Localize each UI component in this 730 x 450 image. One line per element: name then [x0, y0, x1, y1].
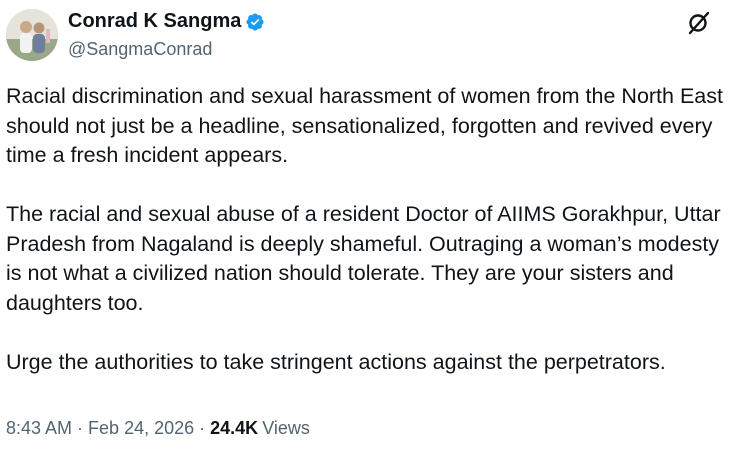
tweet-text: Racial discrimination and sexual harassm…	[6, 82, 728, 377]
grok-icon[interactable]	[686, 10, 712, 36]
tweet-paragraph: The racial and sexual abuse of a residen…	[6, 202, 721, 315]
tweet-meta: 8:43 AM · Feb 24, 2026 · 24.4K Views	[6, 418, 310, 439]
tweet-header: Conrad K Sangma @SangmaConrad	[6, 6, 724, 64]
tweet-time[interactable]: 8:43 AM	[6, 418, 72, 439]
views-label: Views	[262, 418, 310, 438]
views-count: 24.4K	[210, 418, 259, 438]
tweet-paragraph: Racial discrimination and sexual harassm…	[6, 84, 723, 167]
meta-separator: ·	[77, 418, 84, 438]
author-name[interactable]: Conrad K Sangma	[68, 10, 241, 33]
verified-badge-icon	[245, 12, 265, 32]
author-handle[interactable]: @SangmaConrad	[68, 39, 265, 60]
tweet-date[interactable]: Feb 24, 2026	[88, 418, 194, 439]
name-row: Conrad K Sangma	[68, 9, 265, 33]
author-block: Conrad K Sangma @SangmaConrad	[68, 9, 265, 60]
avatar[interactable]	[6, 9, 58, 61]
meta-separator: ·	[199, 418, 206, 438]
avatar-image	[6, 9, 58, 61]
tweet-paragraph: Urge the authorities to take stringent a…	[6, 349, 666, 374]
